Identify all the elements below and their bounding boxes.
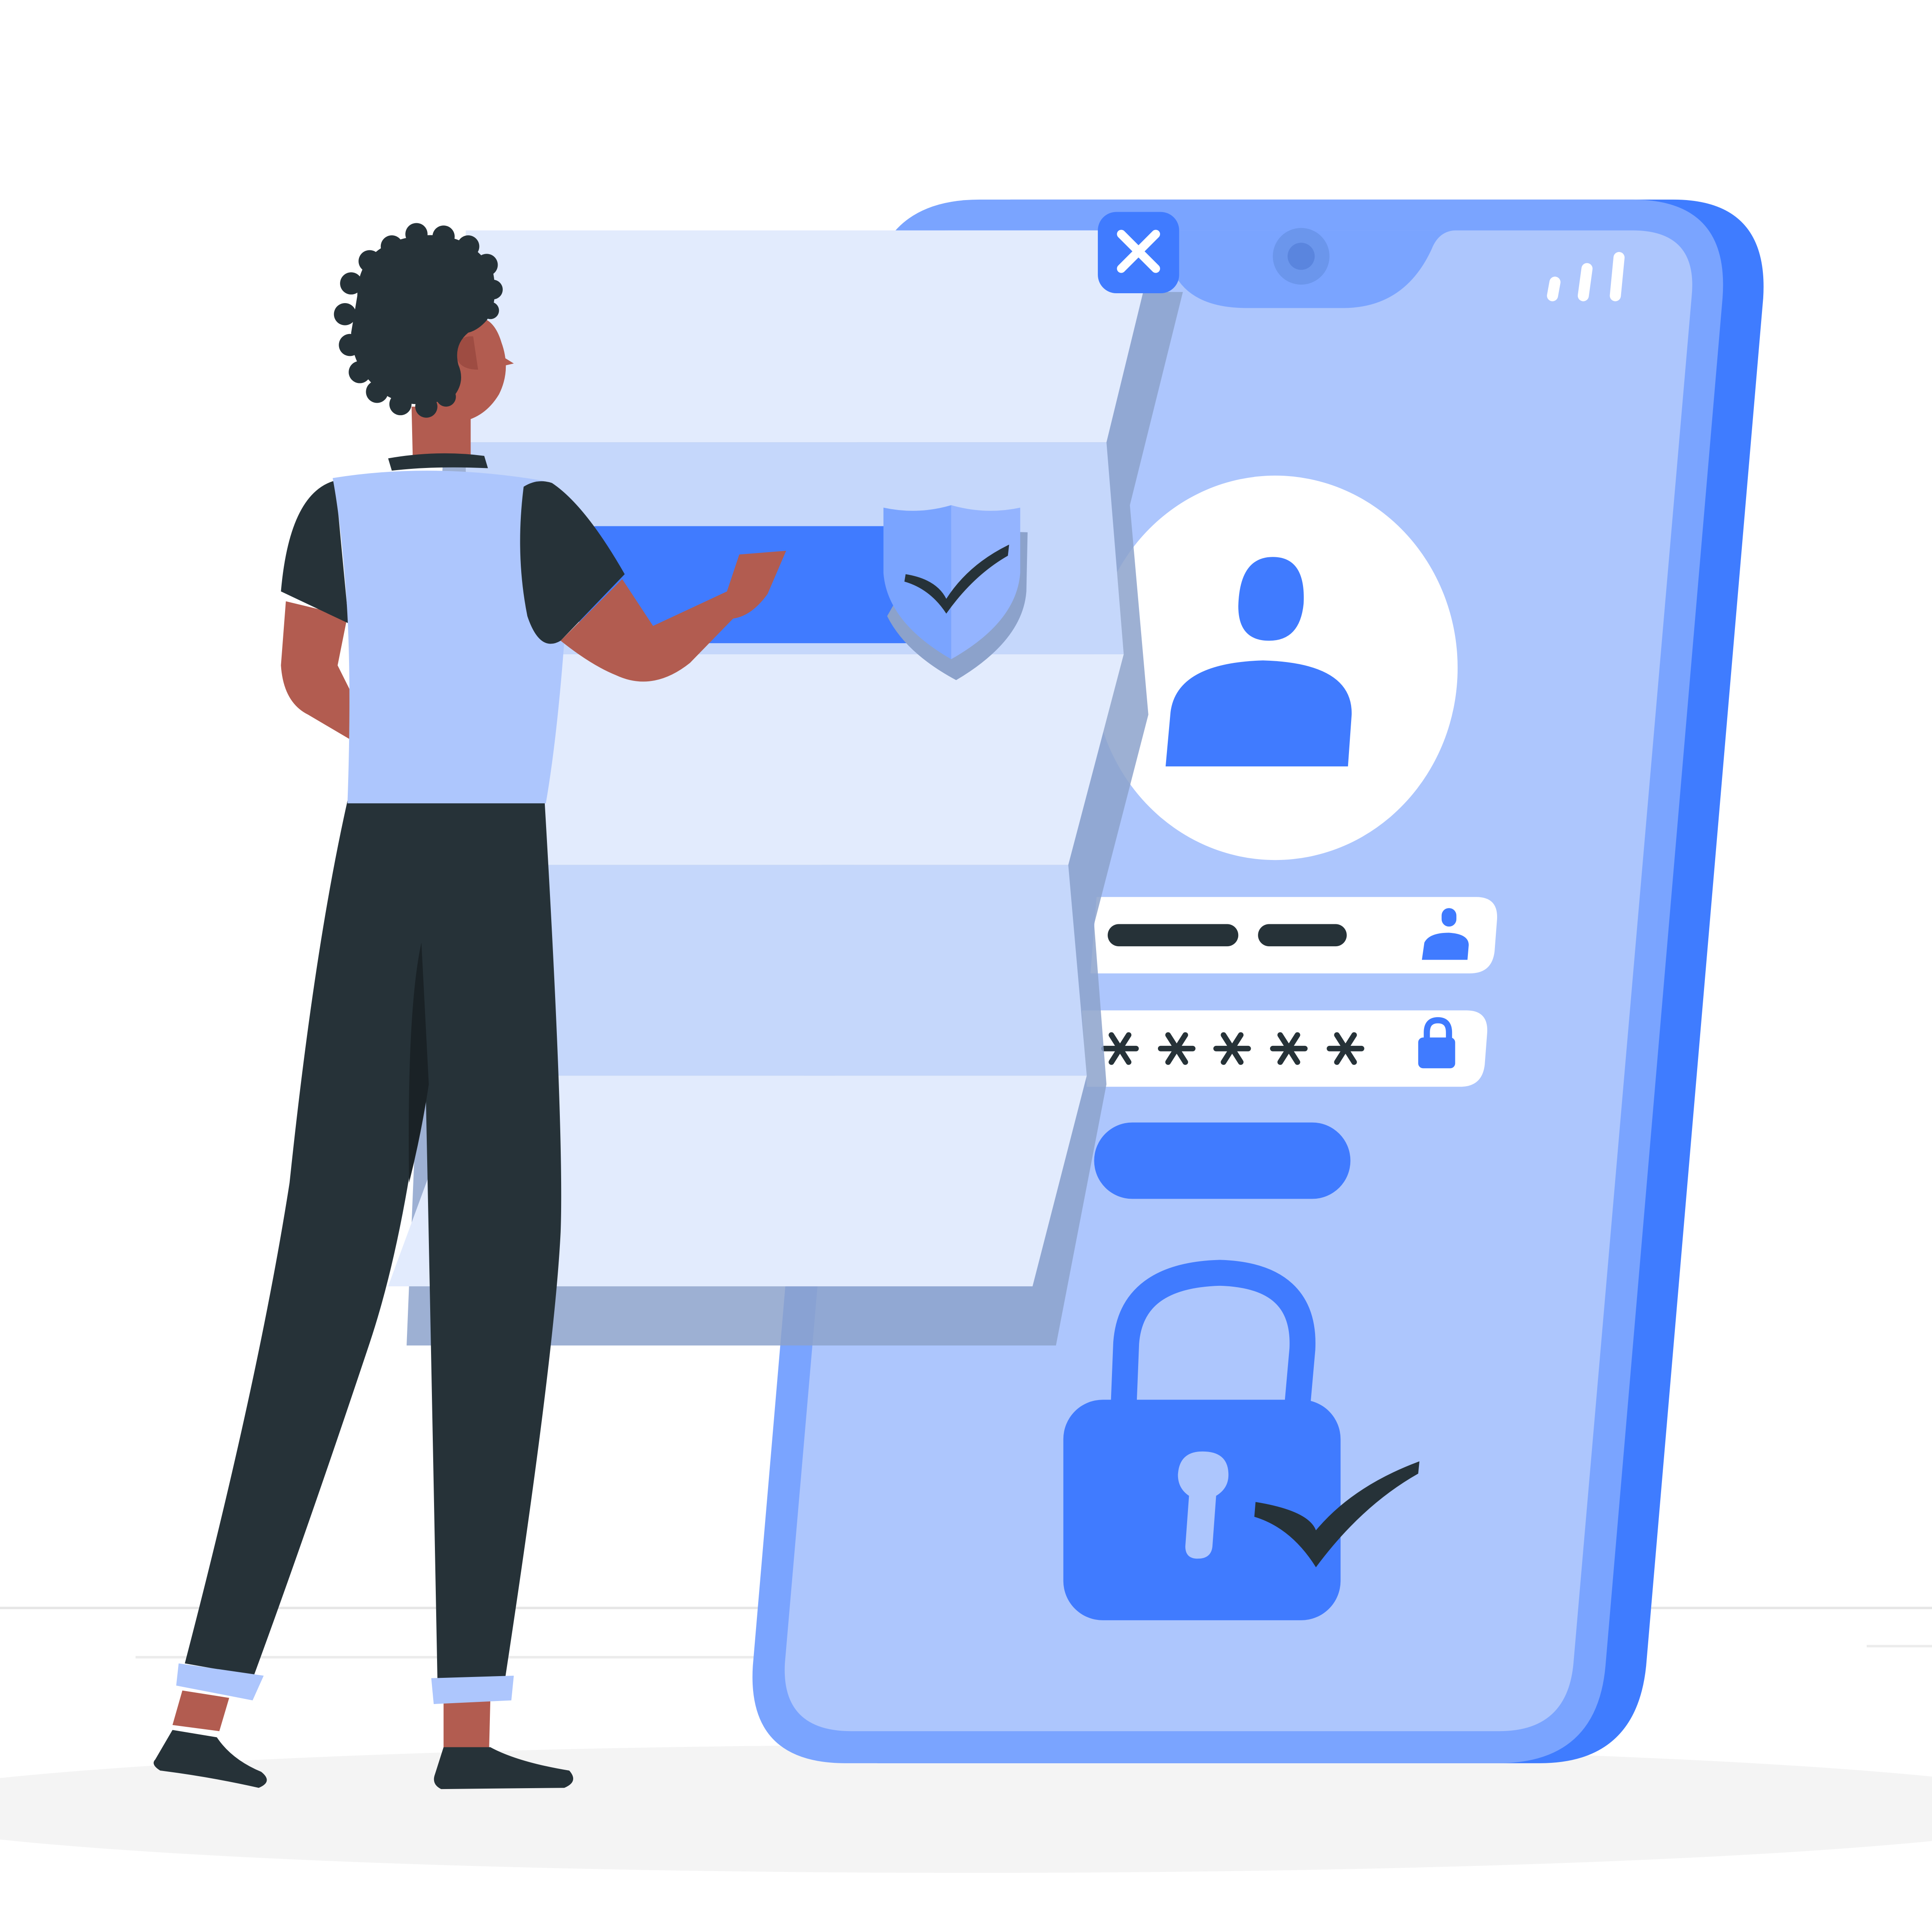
- secure-login-illustration: [0, 199, 1932, 1873]
- avatar-head: [1238, 557, 1304, 641]
- person-ankle: [172, 1690, 229, 1732]
- user-avatar-icon: [1093, 475, 1458, 860]
- close-button[interactable]: [1098, 212, 1179, 294]
- person-legs: [185, 801, 562, 1678]
- panel-band-4: [465, 865, 1087, 1076]
- username-field[interactable]: [1090, 897, 1498, 974]
- panel-band-3: [465, 654, 1124, 865]
- person-back-arm: [281, 601, 350, 739]
- camera-lens: [1288, 243, 1315, 270]
- panel-band-1: [465, 230, 1158, 443]
- person-ankle: [444, 1698, 491, 1747]
- password-field[interactable]: [1081, 1010, 1488, 1087]
- floor-shadow: [0, 1744, 1932, 1873]
- login-button[interactable]: [1094, 1122, 1351, 1199]
- person-cuff: [431, 1676, 514, 1704]
